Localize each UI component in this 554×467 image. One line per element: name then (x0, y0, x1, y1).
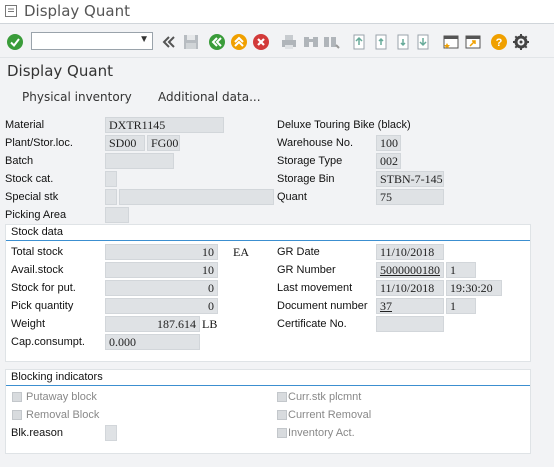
certificate-number-field[interactable] (376, 316, 444, 332)
inventory-active-label: Inventory Act. (288, 427, 355, 439)
stock-data-title: Stock data (11, 226, 63, 238)
pick-quantity-label: Pick quantity (11, 300, 74, 312)
special-stock-field[interactable] (105, 189, 117, 205)
first-page-icon[interactable] (350, 33, 368, 51)
weight-field[interactable]: 187.614 (105, 316, 200, 332)
application-toolbar: Physical inventory Additional data... (0, 84, 554, 112)
block-reason-label: Blk.reason (11, 427, 63, 439)
last-page-icon[interactable] (414, 33, 432, 51)
material-field[interactable]: DXTR1145 (105, 117, 224, 133)
storage-location-field[interactable]: FG00 (147, 135, 180, 151)
removal-block-label: Removal Block (26, 409, 100, 421)
title-bar: Display Quant (0, 0, 554, 24)
stock-for-putaway-field[interactable]: 0 (105, 280, 218, 296)
shortcut-icon[interactable] (464, 33, 482, 51)
weight-unit: LB (202, 317, 218, 331)
current-stock-placement-label: Curr.stk plcmnt (288, 391, 362, 403)
stock-category-field[interactable] (105, 171, 117, 187)
quant-field[interactable]: 75 (376, 189, 444, 205)
capacity-consumption-field[interactable]: 0.000 (105, 334, 200, 350)
putaway-block-label: Putaway block (26, 391, 97, 403)
print-icon[interactable] (280, 33, 298, 51)
window-title: Display Quant (24, 2, 130, 20)
storage-type-field[interactable]: 002 (376, 153, 401, 169)
last-movement-date-field[interactable]: 11/10/2018 (376, 280, 444, 296)
last-movement-time-field[interactable]: 19:30:20 (446, 280, 502, 296)
menu-icon[interactable] (5, 5, 17, 17)
chevron-down-icon[interactable]: ▼ (139, 34, 149, 45)
certificate-number-label: Certificate No. (277, 318, 347, 330)
material-description: Deluxe Touring Bike (black) (277, 119, 411, 131)
warehouse-label: Warehouse No. (277, 137, 354, 149)
plant-storloc-label: Plant/Stor.loc. (5, 137, 73, 149)
previous-page-icon[interactable] (372, 33, 390, 51)
cancel-icon[interactable] (252, 33, 270, 51)
batch-label: Batch (5, 155, 34, 167)
last-movement-label: Last movement (277, 282, 353, 294)
stock-for-putaway-label: Stock for put. (11, 282, 76, 294)
weight-label: Weight (11, 318, 46, 330)
gr-date-field[interactable]: 11/10/2018 (376, 244, 444, 260)
total-stock-field[interactable]: 10 (105, 244, 218, 260)
document-number-link[interactable]: 37 (376, 298, 444, 314)
gr-item-field[interactable]: 1 (446, 262, 476, 278)
inventory-active-checkbox[interactable] (277, 428, 287, 438)
help-icon[interactable]: ? (490, 33, 508, 51)
putaway-block-checkbox[interactable] (12, 392, 22, 402)
current-removal-label: Current Removal (288, 409, 372, 421)
additional-data-button[interactable]: Additional data... (158, 90, 261, 104)
back-icon[interactable] (208, 33, 226, 51)
system-toolbar: ▼ ? (0, 26, 554, 58)
exit-icon[interactable] (230, 33, 248, 51)
find-icon[interactable] (302, 33, 320, 51)
available-stock-label: Avail.stock (11, 264, 64, 276)
pick-quantity-field[interactable]: 0 (105, 298, 218, 314)
plant-field[interactable]: SD00 (105, 135, 145, 151)
enter-icon[interactable] (6, 33, 24, 51)
settings-icon[interactable] (512, 33, 530, 51)
save-icon[interactable] (182, 33, 200, 51)
physical-inventory-button[interactable]: Physical inventory (22, 90, 132, 104)
gr-number-link[interactable]: 5000000180 (376, 262, 444, 278)
command-field[interactable]: ▼ (31, 32, 153, 50)
warehouse-field[interactable]: 100 (376, 135, 401, 151)
current-stock-placement-checkbox[interactable] (277, 392, 287, 402)
special-stock-number-field[interactable] (119, 189, 274, 205)
svg-text:?: ? (496, 37, 503, 49)
find-next-icon[interactable] (322, 33, 340, 51)
picking-area-field[interactable] (105, 207, 129, 223)
storage-type-label: Storage Type (277, 155, 343, 167)
batch-field[interactable] (105, 153, 174, 169)
document-number-label: Document number (277, 300, 368, 312)
gr-number-label: GR Number (277, 264, 336, 276)
stock-category-label: Stock cat. (5, 173, 54, 185)
storage-bin-field[interactable]: STBN-7-145 (376, 171, 444, 187)
screen-title: Display Quant (7, 62, 113, 80)
available-stock-field[interactable]: 10 (105, 262, 218, 278)
document-item-field[interactable]: 1 (446, 298, 476, 314)
picking-area-label: Picking Area (5, 209, 67, 221)
removal-block-checkbox[interactable] (12, 410, 22, 420)
quant-label: Quant (277, 191, 307, 203)
storage-bin-label: Storage Bin (277, 173, 335, 185)
capacity-consumption-label: Cap.consumpt. (11, 336, 85, 348)
collapse-icon[interactable] (160, 33, 178, 51)
total-stock-label: Total stock (11, 246, 63, 258)
gr-date-label: GR Date (277, 246, 320, 258)
block-reason-field[interactable] (105, 425, 117, 441)
total-stock-unit: EA (233, 245, 249, 259)
next-page-icon[interactable] (394, 33, 412, 51)
create-session-icon[interactable] (442, 33, 460, 51)
special-stock-label: Special stk (5, 191, 59, 203)
current-removal-checkbox[interactable] (277, 410, 287, 420)
material-label: Material (5, 119, 45, 131)
blocking-indicators-title: Blocking indicators (11, 371, 103, 383)
